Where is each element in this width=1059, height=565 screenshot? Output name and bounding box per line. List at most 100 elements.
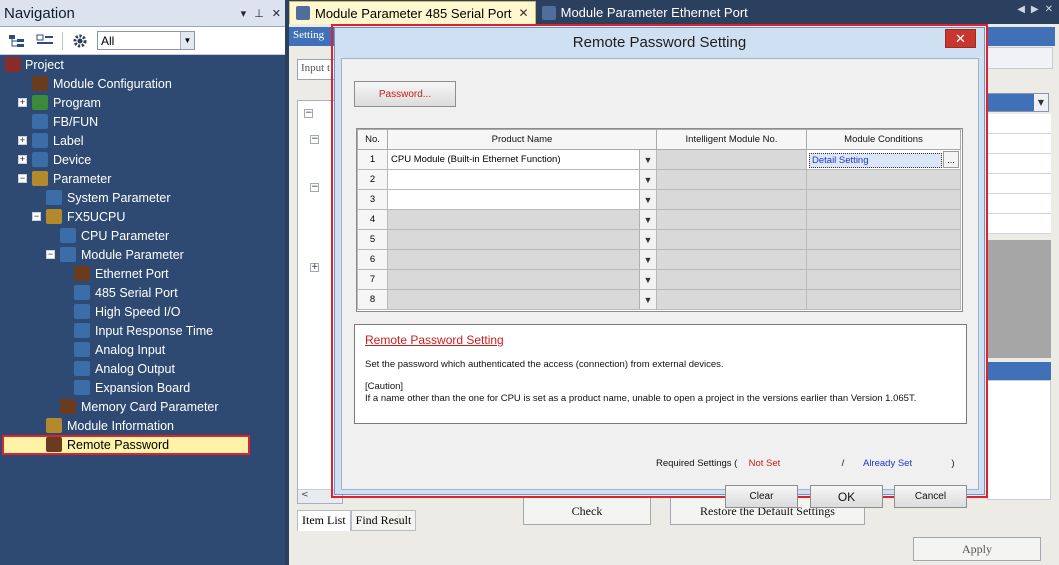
tab-scroll-left-icon[interactable]: ◀: [1017, 4, 1025, 15]
tree-item-485-serial-port[interactable]: 485 Serial Port: [0, 283, 285, 302]
tree-toggle[interactable]: −: [310, 183, 319, 192]
clear-button[interactable]: Clear: [725, 485, 798, 508]
tab-485-serial-port[interactable]: Module Parameter 485 Serial Port ✕: [289, 1, 536, 24]
product-name-cell[interactable]: ▼: [387, 209, 657, 230]
detail-setting-button[interactable]: ...: [943, 151, 959, 168]
tree-item-label: FB/FUN: [53, 114, 99, 129]
collapse-icon[interactable]: −: [46, 250, 55, 259]
tree-item-parameter[interactable]: − Parameter: [0, 169, 285, 188]
tree-item-remote-password[interactable]: Remote Password: [0, 434, 285, 455]
tree-item-module-parameter[interactable]: − Module Parameter: [0, 245, 285, 264]
tree-item-analog-output[interactable]: Analog Output: [0, 359, 285, 378]
table-row: 6 ▼: [357, 249, 961, 270]
chevron-down-icon[interactable]: ▼: [639, 230, 656, 249]
chevron-down-icon[interactable]: ▼: [639, 290, 656, 309]
product-name-cell[interactable]: ▼: [387, 169, 657, 190]
chevron-down-icon[interactable]: ▼: [639, 270, 656, 289]
setting-item-header: Setting: [289, 27, 337, 46]
product-name-cell[interactable]: ▼: [387, 249, 657, 270]
tab-close-all-icon[interactable]: ✕: [1045, 4, 1053, 15]
tree-item-project[interactable]: Project: [0, 55, 285, 74]
tab-item-list[interactable]: Item List: [297, 510, 351, 531]
tree-item-memory-card-parameter[interactable]: Memory Card Parameter: [0, 397, 285, 416]
apply-button[interactable]: Apply: [913, 537, 1041, 561]
gear-icon[interactable]: [69, 31, 91, 51]
tree-toggle[interactable]: −: [304, 109, 313, 118]
product-name-cell[interactable]: ▼: [387, 289, 657, 310]
tree-item-device[interactable]: + Device: [0, 150, 285, 169]
pin-icon[interactable]: ⊥: [254, 7, 264, 20]
tree-item-module-information[interactable]: Module Information: [0, 416, 285, 435]
tree-toggle[interactable]: +: [310, 263, 319, 272]
tab-label: Module Parameter 485 Serial Port: [315, 5, 512, 21]
tree-item-ethernet-port[interactable]: Ethernet Port: [0, 264, 285, 283]
setting-select[interactable]: ▼: [987, 93, 1049, 112]
tree-toggle[interactable]: −: [310, 135, 319, 144]
fbfun-icon: [32, 114, 48, 129]
intelligent-module-no-cell: [656, 289, 807, 310]
tree-item-label: Module Configuration: [53, 76, 172, 91]
tree-item-cpu-parameter[interactable]: CPU Parameter: [0, 226, 285, 245]
check-button[interactable]: Check: [523, 497, 651, 525]
setting-field[interactable]: [987, 47, 1053, 69]
chevron-down-icon[interactable]: ▼: [639, 190, 656, 209]
chevron-down-icon[interactable]: ▼: [639, 250, 656, 269]
list-view-icon[interactable]: [34, 31, 56, 51]
table-row: 7 ▼: [357, 269, 961, 290]
table-row: 1 CPU Module (Built-in Ethernet Function)…: [357, 149, 961, 170]
dialog-close-button[interactable]: ✕: [945, 29, 976, 48]
product-name-cell[interactable]: ▼: [387, 269, 657, 290]
ok-button[interactable]: OK: [810, 485, 883, 508]
description-title[interactable]: Remote Password Setting: [365, 333, 504, 347]
tree-item-analog-input[interactable]: Analog Input: [0, 340, 285, 359]
tree-item-fx5ucpu[interactable]: − FX5UCPU: [0, 207, 285, 226]
tab-find-result[interactable]: Find Result: [350, 510, 417, 531]
tree-item-label: Ethernet Port: [95, 266, 169, 281]
product-name-cell[interactable]: ▼: [387, 189, 657, 210]
collapse-icon[interactable]: −: [18, 174, 27, 183]
toolbar-separator: [62, 31, 63, 50]
close-pane-icon[interactable]: ✕: [272, 7, 281, 20]
tree-item-fb-fun[interactable]: FB/FUN: [0, 112, 285, 131]
explanation-header-strip: [987, 362, 1051, 380]
tree-item-module-configuration[interactable]: Module Configuration: [0, 74, 285, 93]
intelligent-module-no-cell: [656, 169, 807, 190]
column-header-no: No.: [357, 129, 388, 150]
pin-dropdown-icon[interactable]: ▾: [241, 7, 247, 20]
chevron-down-icon[interactable]: ▼: [639, 210, 656, 229]
tree-item-system-parameter[interactable]: System Parameter: [0, 188, 285, 207]
cancel-button[interactable]: Cancel: [894, 485, 967, 508]
row-number: 7: [357, 269, 388, 290]
tree-item-label: Module Parameter: [81, 247, 184, 262]
expand-icon[interactable]: +: [18, 155, 27, 164]
filter-select[interactable]: All ▼: [97, 31, 195, 50]
detail-setting-link[interactable]: Detail Setting: [809, 152, 942, 168]
module-conditions-cell: [806, 169, 961, 190]
collapse-icon[interactable]: −: [32, 212, 41, 221]
ethernet-port-icon: [74, 266, 90, 281]
expand-icon[interactable]: +: [18, 136, 27, 145]
expand-icon[interactable]: +: [18, 98, 27, 107]
product-name-cell[interactable]: ▼: [387, 229, 657, 250]
tree-view-icon[interactable]: [6, 31, 28, 51]
tree-item-expansion-board[interactable]: Expansion Board: [0, 378, 285, 397]
password-button[interactable]: Password...: [354, 81, 456, 107]
tree-item-input-response-time[interactable]: Input Response Time: [0, 321, 285, 340]
tab-scroll-right-icon[interactable]: ▶: [1031, 4, 1039, 15]
close-icon[interactable]: ✕: [519, 6, 529, 20]
chevron-down-icon[interactable]: ▼: [639, 170, 656, 189]
tree-item-label[interactable]: + Label: [0, 131, 285, 150]
scroll-left-icon[interactable]: <: [301, 490, 309, 500]
product-name-cell[interactable]: CPU Module (Built-in Ethernet Function) ▼: [387, 149, 657, 170]
module-conditions-cell[interactable]: Detail Setting...: [806, 149, 961, 170]
chevron-down-icon: ▼: [1034, 94, 1048, 111]
analog-output-icon: [74, 361, 90, 376]
chevron-down-icon: ▼: [180, 32, 194, 49]
tree-item-program[interactable]: + Program: [0, 93, 285, 112]
tab-ethernet-port[interactable]: Module Parameter Ethernet Port: [536, 1, 754, 24]
parameter-tab-icon: [541, 5, 556, 20]
required-settings-suffix: ): [951, 458, 955, 469]
legend-separator: /: [841, 458, 845, 469]
tree-item-high-speed-i-o[interactable]: High Speed I/O: [0, 302, 285, 321]
chevron-down-icon[interactable]: ▼: [639, 150, 656, 169]
